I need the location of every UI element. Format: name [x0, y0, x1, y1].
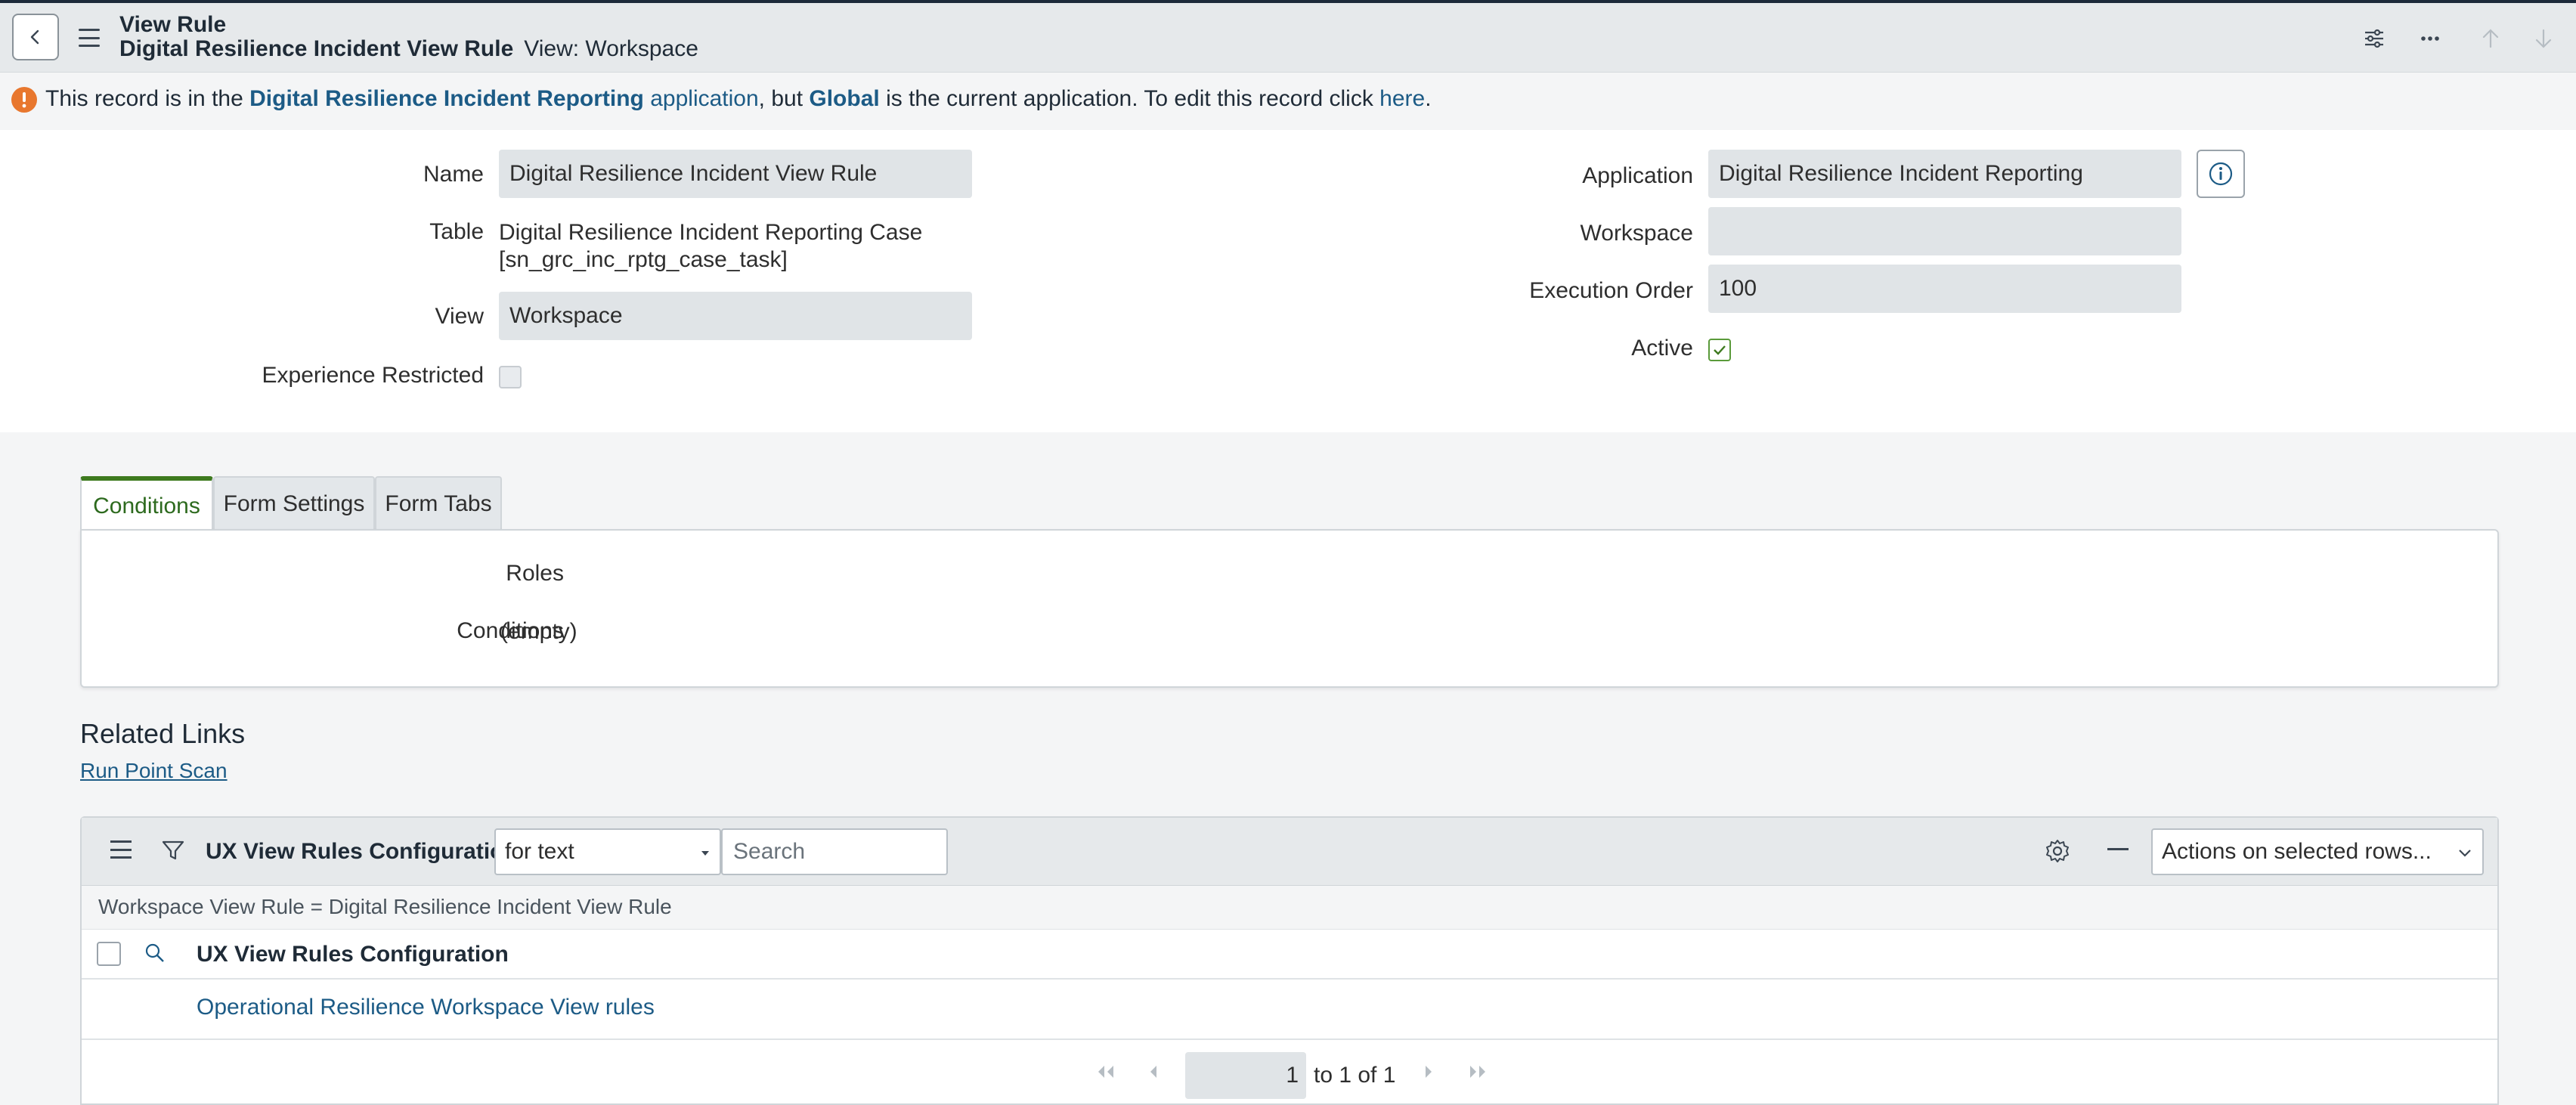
- search-icon[interactable]: [144, 942, 166, 968]
- list-settings-button[interactable]: [2044, 837, 2071, 868]
- execution-order-label: Execution Order: [1529, 278, 1693, 303]
- sliders-icon: [2365, 29, 2383, 48]
- workspace-label: Workspace: [1580, 221, 1693, 246]
- check-icon: [1714, 345, 1726, 355]
- last-page-button[interactable]: [1465, 1058, 1492, 1085]
- record-name: Digital Resilience Incident View Rule: [119, 36, 514, 61]
- application-label: Application: [1582, 163, 1693, 188]
- row-link[interactable]: Operational Resilience Workspace View ru…: [197, 995, 655, 1020]
- filter-icon[interactable]: [160, 837, 186, 867]
- application-scope-message: This record is in the Digital Resilience…: [0, 73, 2576, 130]
- more-options-button[interactable]: [2411, 20, 2449, 57]
- previous-page-button[interactable]: [1140, 1058, 1167, 1085]
- collapse-icon[interactable]: [2107, 848, 2129, 850]
- previous-record-button[interactable]: [2472, 20, 2509, 57]
- view-label: View: Workspace: [524, 36, 698, 61]
- chevron-right-icon: [1426, 1066, 1432, 1078]
- execution-order-field[interactable]: 100: [1708, 265, 2181, 313]
- form-title: View Rule: [119, 12, 227, 37]
- double-chevron-right-icon: [1470, 1066, 1485, 1078]
- active-label: Active: [1631, 336, 1693, 361]
- search-type-select[interactable]: for text: [494, 828, 721, 875]
- first-page-button[interactable]: [1091, 1058, 1119, 1085]
- personalize-form-button[interactable]: [2355, 20, 2393, 57]
- application-link[interactable]: application: [650, 86, 758, 111]
- name-label: Name: [423, 162, 484, 187]
- experience-restricted-checkbox[interactable]: [499, 366, 522, 388]
- run-point-scan-link[interactable]: Run Point Scan: [80, 759, 228, 783]
- search-input[interactable]: Search: [721, 828, 948, 875]
- table-label: Table: [429, 219, 484, 244]
- here-link[interactable]: here: [1379, 86, 1425, 111]
- next-record-button[interactable]: [2525, 20, 2562, 57]
- related-links-title: Related Links: [80, 718, 246, 749]
- form-header: View Rule Digital Resilience Incident Vi…: [0, 3, 2576, 73]
- double-chevron-left-icon: [1098, 1066, 1113, 1078]
- pagination: 1 to 1 of 1: [82, 1040, 2497, 1105]
- conditions-panel: Roles Conditions (empty): [80, 529, 2499, 688]
- workspace-field[interactable]: [1708, 207, 2181, 255]
- caret-down-icon: [701, 851, 709, 856]
- tab-conditions[interactable]: Conditions: [80, 476, 213, 532]
- actions-select[interactable]: Actions on selected rows...: [2151, 828, 2484, 875]
- table-value: Digital Resilience Incident Reporting Ca…: [499, 220, 923, 272]
- current-application: Global: [809, 86, 880, 111]
- record-title: Digital Resilience Incident View Rule Vie…: [119, 36, 698, 62]
- active-checkbox[interactable]: [1708, 339, 1731, 361]
- name-field[interactable]: Digital Resilience Incident View Rule: [499, 150, 972, 198]
- gear-icon: [2046, 840, 2069, 862]
- arrow-down-icon: [2535, 29, 2552, 48]
- ellipsis-icon: [2421, 36, 2439, 41]
- chevron-left-icon: [1150, 1066, 1156, 1078]
- chevron-left-icon: [30, 29, 39, 45]
- application-field[interactable]: Digital Resilience Incident Reporting: [1708, 150, 2181, 198]
- next-page-button[interactable]: [1415, 1058, 1442, 1085]
- view-field[interactable]: Workspace: [499, 292, 972, 340]
- back-button[interactable]: [12, 14, 59, 60]
- page-range-text: to 1 of 1: [1314, 1063, 1396, 1088]
- warning-icon: [11, 86, 38, 117]
- column-header-ux-view-rules-configuration[interactable]: UX View Rules Configuration: [197, 942, 509, 967]
- column-header-row: UX View Rules Configuration: [82, 930, 2497, 980]
- arrow-up-icon: [2482, 29, 2499, 48]
- context-menu-icon[interactable]: [74, 24, 104, 51]
- filter-breadcrumb[interactable]: Workspace View Rule = Digital Resilience…: [82, 886, 2497, 930]
- tab-form-tabs[interactable]: Form Tabs: [375, 476, 502, 531]
- roles-label: Roles: [506, 561, 564, 586]
- related-list-title: UX View Rules Configurations: [206, 839, 531, 864]
- conditions-value: (empty): [500, 619, 577, 644]
- view-field-label: View: [435, 304, 484, 329]
- application-info-button[interactable]: [2197, 150, 2245, 198]
- select-all-checkbox[interactable]: [97, 942, 121, 966]
- experience-restricted-label: Experience Restricted: [262, 363, 484, 388]
- page-number-input[interactable]: 1: [1185, 1052, 1306, 1099]
- chevron-down-icon: [2459, 850, 2471, 857]
- application-name: Digital Resilience Incident Reporting: [249, 86, 644, 111]
- info-icon: [2209, 162, 2233, 186]
- table-row: Operational Resilience Workspace View ru…: [82, 980, 2497, 1040]
- tab-form-settings[interactable]: Form Settings: [213, 476, 375, 531]
- list-menu-icon[interactable]: [110, 840, 132, 859]
- related-list-header: UX View Rules Configurations for text Se…: [82, 818, 2497, 886]
- related-list: UX View Rules Configurations for text Se…: [80, 816, 2499, 1105]
- message-text: This record is in the Digital Resilience…: [45, 86, 1432, 111]
